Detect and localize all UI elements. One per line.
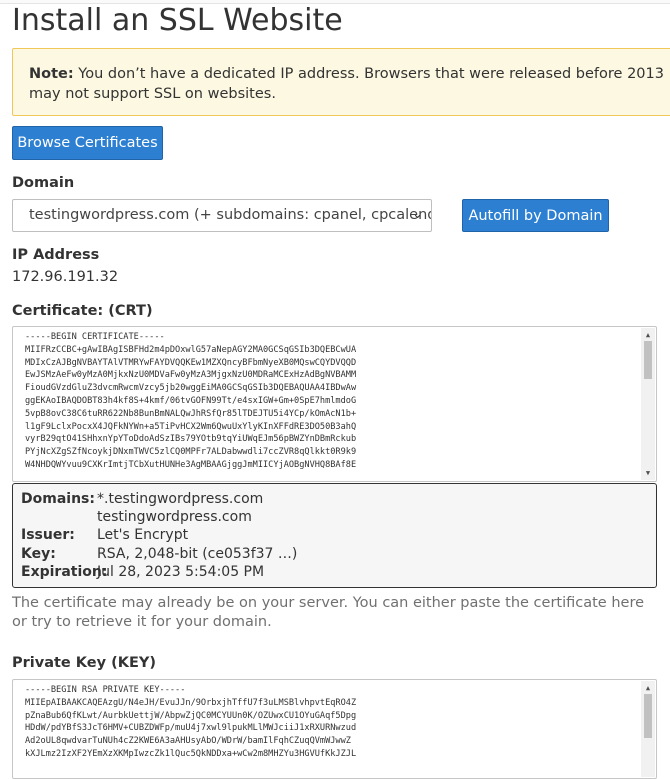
- scroll-thumb[interactable]: [644, 694, 652, 738]
- certificate-line: ggEKAoIBAQDOBT83h4kf8S+4kmf/06tvGOFN99Tt…: [25, 395, 357, 406]
- domain-select[interactable]: testingwordpress.com (+ subdomains: cpan…: [12, 199, 432, 232]
- key-line: Ad2oUL8qwdvarTuNUh4cZ2KWE6A3aAHUsyAbO/WD…: [25, 736, 351, 747]
- private-key-label: Private Key (KEY): [12, 655, 157, 671]
- certificate-help-text: The certificate may already be on your s…: [12, 595, 645, 630]
- issuer-label: Issuer:: [21, 527, 75, 544]
- domain-value: testingwordpress.com: [97, 509, 252, 526]
- certificate-line: vyrB29qtO41SHhxnYpYToDdoAdSzIBs79YOtb9tq…: [25, 434, 357, 445]
- certificate-line: PYjNcXZgSZfNcoykjDNxmTWVC5zlCQ0MPFr7ALDa…: [25, 447, 357, 458]
- expiration-label: Expiration:: [21, 563, 108, 580]
- note-label: Note:: [29, 66, 74, 82]
- browse-certificates-button[interactable]: Browse Certificates: [12, 126, 163, 160]
- key-line: -----BEGIN RSA PRIVATE KEY-----: [25, 685, 186, 695]
- ip-address-value: 172.96.191.32: [12, 269, 119, 285]
- certificate-label: Certificate: (CRT): [12, 303, 153, 319]
- chevron-down-icon: ⌄: [412, 207, 423, 222]
- certificate-line: l1gF9LclxPocxX4JQFkNYWn+a5TiPvHCX2Wm6Qwu…: [25, 421, 357, 432]
- private-key-textarea[interactable]: -----BEGIN RSA PRIVATE KEY----- MIIEpAIBA…: [12, 679, 657, 779]
- scroll-down-icon[interactable]: ▼: [641, 468, 655, 478]
- key-line: kXJLmz2IzXF2YEmXzXKMpIwzcZk1lQuc5QkNDDxa…: [25, 748, 357, 759]
- key-line: pZnaBub6QfKLwt/AurbkUettjW/AbpwZjQC0MCYU…: [25, 710, 357, 721]
- domain-value: *.testingwordpress.com: [97, 491, 264, 507]
- domain-select-value: testingwordpress.com (+ subdomains: cpan…: [29, 207, 431, 223]
- note-alert: Note: You don’t have a dedicated IP addr…: [12, 48, 670, 116]
- key-label: Key:: [21, 545, 56, 562]
- autofill-by-domain-button[interactable]: Autofill by Domain: [462, 199, 609, 232]
- certificate-line: EwJSMzAeFw0yMzA0MjkxNzU0MDVaFw0yMzA3Mjgx…: [25, 370, 357, 381]
- issuer-value: Let's Encrypt: [97, 527, 189, 544]
- ip-address-label: IP Address: [12, 247, 100, 263]
- certificate-scrollbar[interactable]: ▲ ▼: [641, 328, 655, 480]
- certificate-details: Domains: *.testingwordpress.com testingwo…: [12, 483, 657, 588]
- certificate-textarea[interactable]: -----BEGIN CERTIFICATE----- MIIFRzCCBC+gA…: [12, 326, 657, 482]
- key-line: HDdW/pdYBfS3JcT6HMV+CUBZDWFp/muU4j7xwl9l…: [25, 723, 357, 734]
- domain-label: Domain: [12, 175, 75, 191]
- note-text: You don’t have a dedicated IP address. B…: [29, 66, 664, 102]
- domains-label: Domains:: [21, 491, 95, 507]
- certificate-line: MIIFRzCCBC+gAwIBAgISBFHd2m4pDOxwlG57aNep…: [25, 344, 357, 355]
- expiration-value: Jul 28, 2023 5:54:05 PM: [97, 563, 265, 580]
- scroll-thumb[interactable]: [644, 341, 652, 379]
- certificate-line: -----BEGIN CERTIFICATE-----: [25, 332, 165, 342]
- certificate-line: FioudGVzdGluZ3dvcmRwcmVzcy5jb20wggEiMA0G…: [25, 383, 357, 394]
- key-line: MIIEpAIBAAKCAQEAzgU/N4eJH/EvuJJn/9Orbxjh…: [25, 697, 357, 708]
- scroll-up-icon[interactable]: ▲: [641, 330, 655, 340]
- certificate-line: MDIxCzAJBgNVBAYTAlVTMRYwFAYDVQQKEw1MZXQn…: [25, 357, 357, 368]
- key-value: RSA, 2,048-bit (ce053f37 …): [97, 545, 298, 562]
- scroll-up-icon[interactable]: ▲: [641, 683, 655, 693]
- private-key-scrollbar[interactable]: ▲: [641, 681, 655, 777]
- certificate-line: W4NHDQWYvuu9CXKrImtjTCbXutHUNHe3AgMBAAGj…: [25, 459, 357, 470]
- certificate-line: 5vpB8ovC38C6tuRR622Nb8BunBmNALQwJhRSfQr8…: [25, 408, 357, 419]
- page-title: Install an SSL Website: [12, 3, 343, 38]
